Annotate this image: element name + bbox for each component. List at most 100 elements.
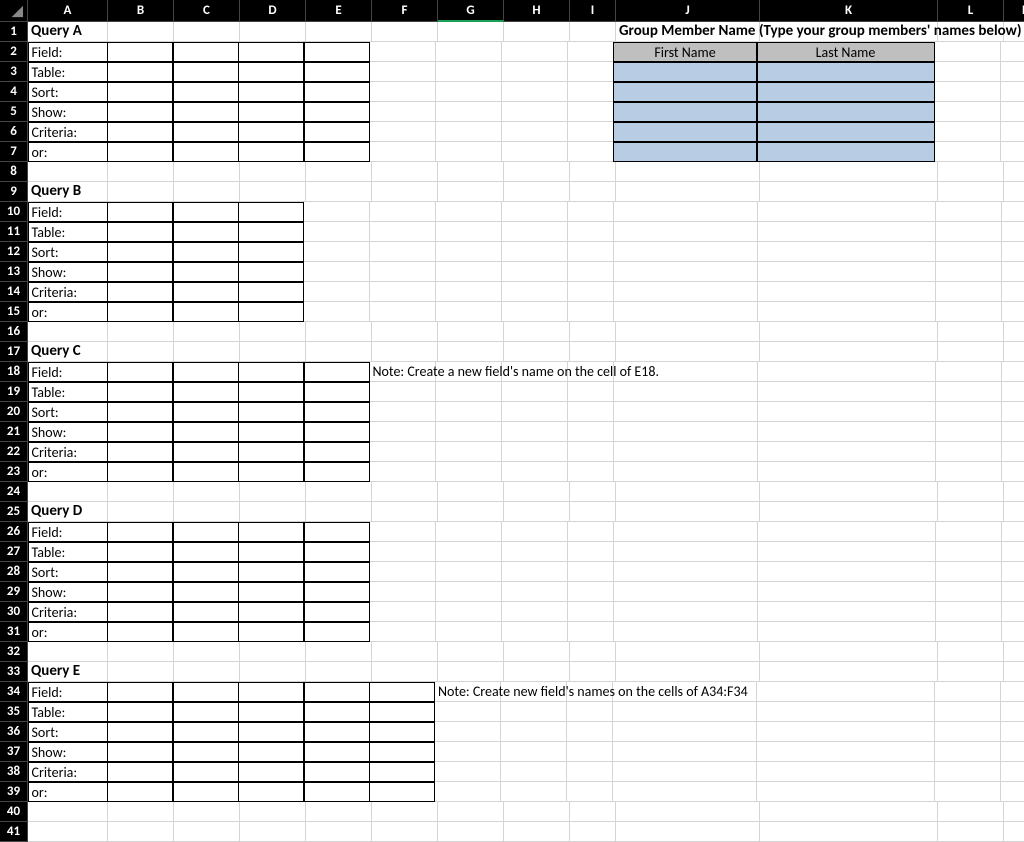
cell-L25[interactable]	[938, 502, 1004, 522]
cell-H25[interactable]	[504, 502, 570, 522]
cell-M19[interactable]	[1002, 382, 1024, 402]
cell-M32[interactable]	[1004, 642, 1024, 662]
col-header-B[interactable]: B	[108, 0, 174, 22]
cell-F3[interactable]	[370, 62, 436, 82]
cell-L27[interactable]	[936, 542, 1002, 562]
cell-I19[interactable]	[568, 382, 614, 402]
cell-D22[interactable]	[238, 442, 304, 462]
row-header-30[interactable]: 30	[0, 602, 28, 622]
cell-B21[interactable]	[107, 422, 173, 442]
cell-F32[interactable]	[372, 642, 438, 662]
cell-I10[interactable]	[568, 202, 614, 222]
row-header-9[interactable]: 9	[0, 182, 28, 202]
cell-D25[interactable]	[240, 502, 306, 522]
cell-F36[interactable]	[369, 722, 435, 742]
cell-F37[interactable]	[369, 742, 435, 762]
cell-B15[interactable]	[107, 302, 173, 322]
cell-H31[interactable]	[502, 622, 568, 642]
cell-L16[interactable]	[938, 322, 1004, 342]
cell-A38[interactable]: Criteria:	[28, 762, 108, 782]
cell-G35[interactable]	[435, 702, 501, 722]
cell-G27[interactable]	[436, 542, 502, 562]
cell-B1[interactable]	[108, 22, 174, 42]
cell-J2[interactable]: First Name	[613, 42, 757, 62]
cell-D19[interactable]	[238, 382, 304, 402]
cell-K13[interactable]	[758, 262, 936, 282]
cell-C21[interactable]	[173, 422, 239, 442]
cell-G1[interactable]	[438, 22, 504, 42]
cell-H13[interactable]	[502, 262, 568, 282]
col-header-D[interactable]: D	[240, 0, 306, 22]
cell-H40[interactable]	[504, 802, 570, 822]
cell-J31[interactable]	[614, 622, 758, 642]
cell-J30[interactable]	[614, 602, 758, 622]
cell-B41[interactable]	[108, 822, 174, 842]
cell-E9[interactable]	[306, 182, 372, 202]
cell-J19[interactable]	[614, 382, 758, 402]
cell-B26[interactable]	[107, 522, 173, 542]
cell-E12[interactable]	[304, 242, 370, 262]
cell-C13[interactable]	[173, 262, 239, 282]
cell-D3[interactable]	[238, 62, 304, 82]
cell-L17[interactable]	[938, 342, 1004, 362]
row-header-17[interactable]: 17	[0, 342, 28, 362]
cell-F23[interactable]	[370, 462, 436, 482]
cell-C35[interactable]	[173, 702, 239, 722]
cell-C34[interactable]	[173, 682, 239, 702]
cell-D32[interactable]	[240, 642, 306, 662]
cell-L36[interactable]	[935, 722, 1001, 742]
cell-D10[interactable]	[238, 202, 304, 222]
cell-C14[interactable]	[173, 282, 239, 302]
cell-D9[interactable]	[240, 182, 306, 202]
row-header-28[interactable]: 28	[0, 562, 28, 582]
cell-L29[interactable]	[936, 582, 1002, 602]
cell-I24[interactable]	[570, 482, 616, 502]
cell-M25[interactable]	[1004, 502, 1024, 522]
cell-J38[interactable]	[613, 762, 757, 782]
cell-M21[interactable]	[1002, 422, 1024, 442]
cell-K34[interactable]	[757, 682, 935, 702]
cell-E41[interactable]	[306, 822, 372, 842]
cell-H26[interactable]	[502, 522, 568, 542]
cell-B4[interactable]	[107, 82, 173, 102]
cell-G12[interactable]	[436, 242, 502, 262]
col-header-F[interactable]: F	[372, 0, 438, 22]
cell-J11[interactable]	[614, 222, 758, 242]
cell-C31[interactable]	[173, 622, 239, 642]
cell-E36[interactable]	[304, 722, 370, 742]
cell-A10[interactable]: Field:	[28, 202, 108, 222]
cell-A29[interactable]: Show:	[28, 582, 108, 602]
cell-A35[interactable]: Table:	[28, 702, 108, 722]
cell-J10[interactable]	[614, 202, 758, 222]
cell-G38[interactable]	[435, 762, 501, 782]
cell-L26[interactable]	[936, 522, 1002, 542]
cell-B36[interactable]	[107, 722, 173, 742]
row-header-12[interactable]: 12	[0, 242, 28, 262]
cell-J6[interactable]	[613, 122, 757, 142]
cell-C3[interactable]	[173, 62, 239, 82]
cell-M17[interactable]	[1004, 342, 1024, 362]
cell-G9[interactable]	[438, 182, 504, 202]
cell-A9[interactable]: Query B	[28, 182, 108, 202]
cell-E28[interactable]	[304, 562, 370, 582]
cell-E27[interactable]	[304, 542, 370, 562]
cell-K23[interactable]	[758, 462, 936, 482]
cell-L7[interactable]	[935, 142, 1001, 162]
cell-B33[interactable]	[108, 662, 174, 682]
row-header-22[interactable]: 22	[0, 442, 28, 462]
cell-F15[interactable]	[370, 302, 436, 322]
cell-F38[interactable]	[369, 762, 435, 782]
cell-J16[interactable]	[616, 322, 760, 342]
row-header-37[interactable]: 37	[0, 742, 28, 762]
cell-H17[interactable]	[504, 342, 570, 362]
cell-J13[interactable]	[614, 262, 758, 282]
cell-B7[interactable]	[107, 142, 173, 162]
row-header-3[interactable]: 3	[0, 62, 28, 82]
row-header-21[interactable]: 21	[0, 422, 28, 442]
col-header-M[interactable]: M	[1004, 0, 1024, 22]
cell-K2[interactable]: Last Name	[757, 42, 935, 62]
cell-E13[interactable]	[304, 262, 370, 282]
cell-J35[interactable]	[613, 702, 757, 722]
cell-K14[interactable]	[758, 282, 936, 302]
cell-C33[interactable]	[174, 662, 240, 682]
